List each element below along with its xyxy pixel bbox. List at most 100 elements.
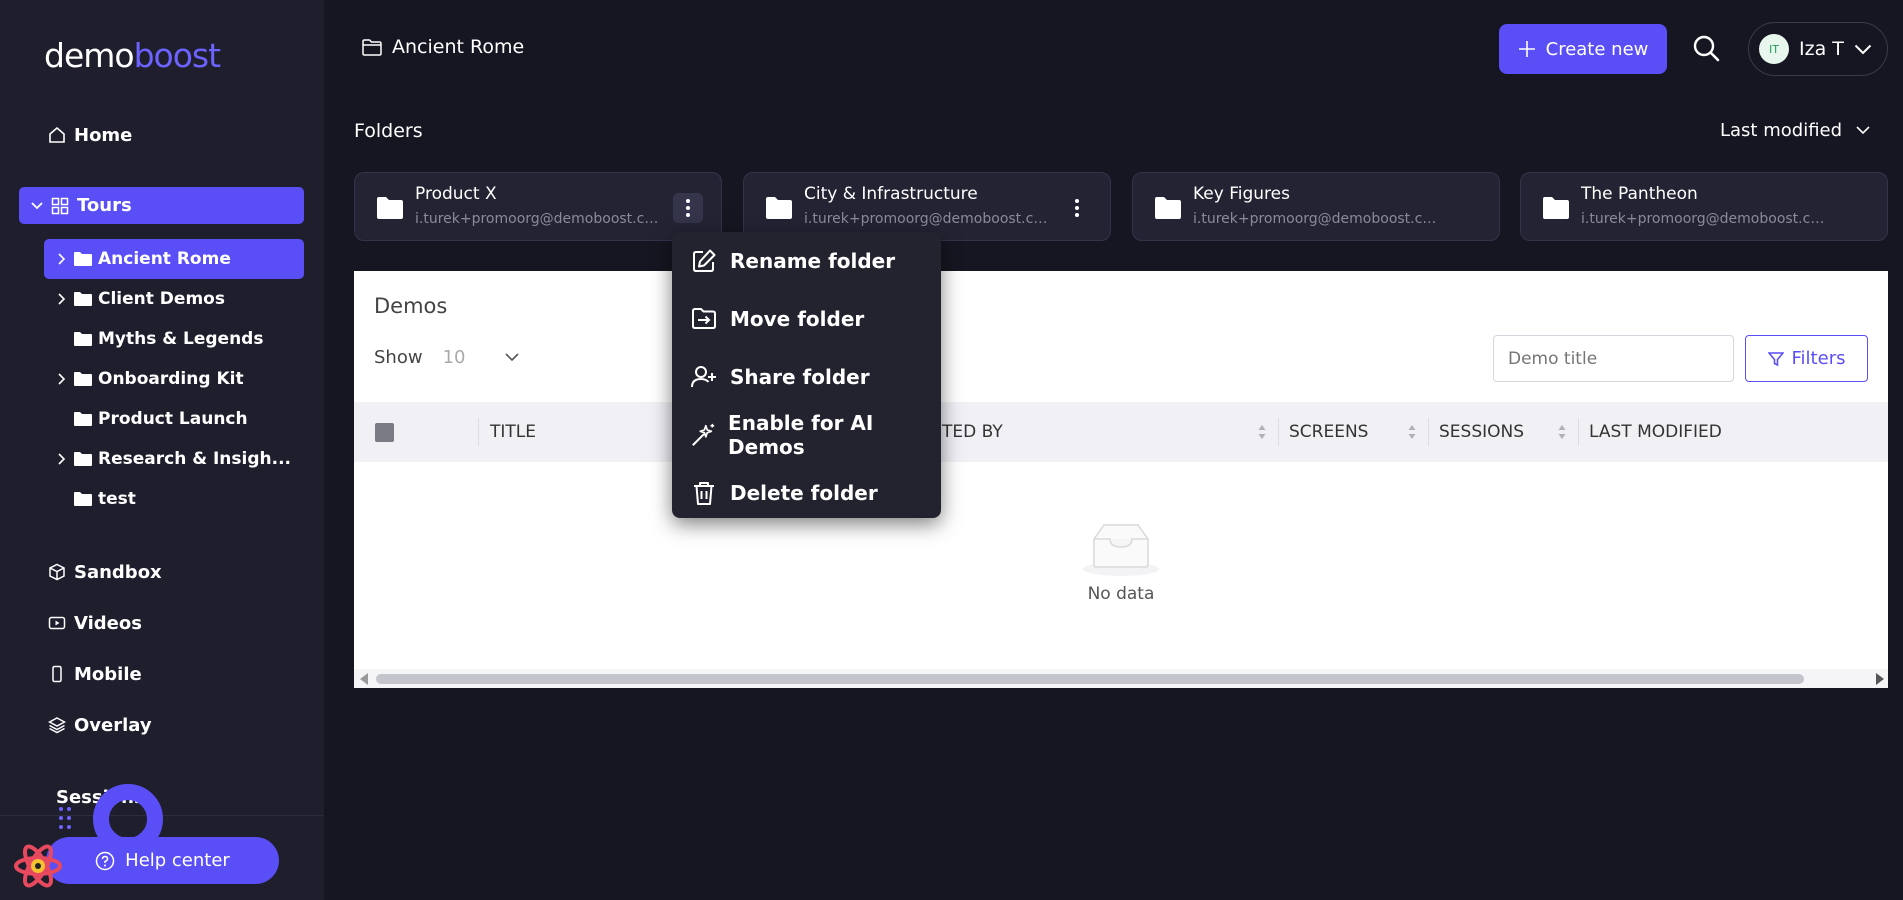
folder-card-city-infrastructure[interactable]: City & Infrastructure i.turek+promoorg@d… [743,172,1111,241]
search-icon[interactable] [1692,34,1720,62]
kebab-icon [686,199,690,217]
sort-icon[interactable] [1258,423,1266,441]
chevron-down-icon [1854,44,1872,54]
column-sessions[interactable]: SESSIONS [1439,422,1524,442]
chevron-down-icon [1856,126,1870,135]
breadcrumb-current: Ancient Rome [392,36,525,58]
nav-videos[interactable]: Videos [48,608,142,638]
page-size-value: 10 [442,347,466,368]
column-separator [1578,418,1579,446]
user-plus-icon [691,366,716,388]
folder-icon [74,332,92,346]
chevron-down-icon [31,201,43,209]
demo-title-search-input[interactable] [1493,335,1734,382]
tree-item-client-demos[interactable]: Client Demos [44,279,304,319]
nav-home[interactable]: Home [48,120,132,150]
edit-icon [693,249,716,272]
select-all-checkbox[interactable] [375,423,394,442]
chevron-right-icon[interactable] [54,453,70,465]
folder-options-button[interactable] [1062,193,1092,223]
page-size-dropdown[interactable]: 10 [443,347,520,368]
folder-options-button[interactable] [673,193,703,223]
tree-item-label: Client Demos [98,289,225,309]
column-separator [1278,418,1279,446]
nav-overlay-label: Overlay [74,714,152,736]
nav-home-label: Home [74,124,133,146]
folder-card-product-x[interactable]: Product X i.turek+promoorg@demoboost.com [354,172,722,241]
home-icon [49,126,65,143]
scrollbar-thumb[interactable] [376,674,1804,684]
sort-icon[interactable] [1558,423,1566,441]
tree-item-myths-legends[interactable]: Myths & Legends [44,319,304,359]
menu-item-label: Move folder [730,307,865,331]
folder-icon [74,452,92,466]
drag-handle-icon[interactable] [58,806,72,830]
help-center-button[interactable]: Help center [46,837,279,884]
folder-icon [766,197,792,219]
chevron-right-icon[interactable] [54,293,70,305]
horizontal-scrollbar[interactable] [354,669,1888,688]
grid-icon [51,197,69,214]
menu-item-share-folder[interactable]: Share folder [690,360,870,394]
magic-wand-icon [692,423,715,446]
folder-outline-icon [362,38,382,56]
folder-owner: i.turek+promoorg@demoboost.com [415,211,660,227]
folders-heading: Folders [354,120,423,142]
menu-item-enable-ai-demos[interactable]: Enable for AI Demos [690,411,941,459]
nav-sandbox[interactable]: Sandbox [48,557,162,587]
folder-card-key-figures[interactable]: Key Figures i.turek+promoorg@demoboost.c… [1132,172,1500,241]
folder-icon [74,492,92,506]
sort-dropdown[interactable]: Last modified [1720,120,1870,141]
logo[interactable]: demoboost [44,36,221,75]
plus-icon [1518,41,1535,57]
avatar: IT [1759,34,1789,64]
chevron-down-icon [505,353,520,362]
tree-item-product-launch[interactable]: Product Launch [44,399,304,439]
column-created-by[interactable]: TED BY [942,422,1003,442]
tree-item-label: test [98,489,136,509]
sort-label: Last modified [1720,120,1843,141]
user-menu[interactable]: IT Iza T [1748,22,1888,76]
react-devtools-icon[interactable] [12,842,64,890]
chevron-right-icon[interactable] [54,373,70,385]
folder-icon [74,252,92,266]
logo-part1: demo [44,36,135,75]
column-screens[interactable]: SCREENS [1289,422,1368,442]
menu-item-rename-folder[interactable]: Rename folder [690,244,895,278]
menu-item-delete-folder[interactable]: Delete folder [690,476,878,510]
folder-name: Key Figures [1193,184,1290,204]
table-header: TITLE TED BY SCREENS SESSIONS LAST MODIF… [354,402,1888,462]
column-separator [478,418,479,446]
folder-card-the-pantheon[interactable]: The Pantheon i.turek+promoorg@demoboost.… [1520,172,1888,241]
demos-heading: Demos [374,294,448,318]
tree-item-test[interactable]: test [44,479,304,519]
nav-overlay[interactable]: Overlay [48,710,152,740]
nav-tours[interactable]: Tours [19,187,304,224]
menu-item-move-folder[interactable]: Move folder [690,302,864,336]
folder-owner: i.turek+promoorg@demoboost.com [1193,211,1438,227]
chevron-right-icon[interactable] [54,253,70,265]
create-new-button[interactable]: Create new [1499,24,1667,74]
layers-icon [48,717,66,734]
tree-item-ancient-rome[interactable]: Ancient Rome [44,239,304,279]
nav-mobile[interactable]: Mobile [48,659,142,689]
folder-context-menu: Rename folder Move folder Share folder E… [672,232,941,518]
tree-item-onboarding-kit[interactable]: Onboarding Kit [44,359,304,399]
scroll-left-arrow[interactable] [360,673,368,685]
nav-videos-label: Videos [74,612,142,634]
nav-mobile-label: Mobile [74,663,142,685]
folder-name: Product X [415,184,497,204]
sort-icon[interactable] [1408,423,1416,441]
folder-move-icon [692,308,716,329]
column-title[interactable]: TITLE [490,422,536,442]
filters-button[interactable]: Filters [1745,335,1868,382]
filters-label: Filters [1791,348,1846,369]
folder-owner: i.turek+promoorg@demoboost.com [804,211,1049,227]
logo-part2: boost [133,36,221,75]
folder-name: City & Infrastructure [804,184,978,204]
folder-owner: i.turek+promoorg@demoboost.com [1581,211,1826,227]
scroll-right-arrow[interactable] [1876,673,1884,685]
column-last-modified[interactable]: LAST MODIFIED [1589,422,1722,442]
tree-item-research-insights[interactable]: Research & Insigh... [44,439,304,479]
folder-icon [1543,197,1569,219]
